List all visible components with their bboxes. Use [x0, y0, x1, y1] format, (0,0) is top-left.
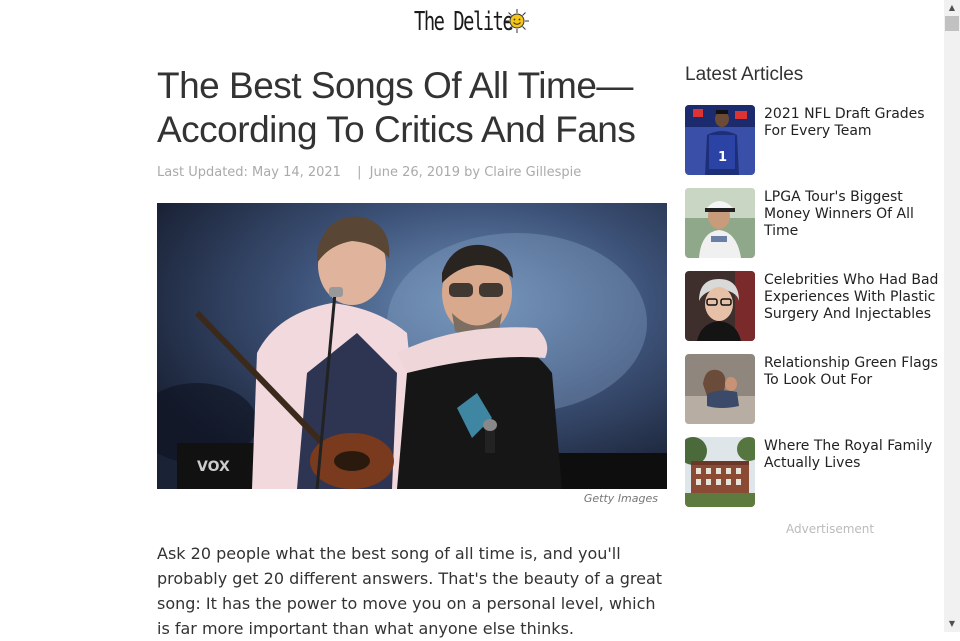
- logo-text: The Delite: [414, 7, 514, 37]
- sidebar-article-title[interactable]: Celebrities Who Had Bad Experiences With…: [764, 272, 945, 323]
- scroll-down-arrow-icon[interactable]: ▼: [944, 616, 960, 632]
- latest-articles-heading: Latest Articles: [685, 64, 804, 85]
- couple-photo[interactable]: [685, 354, 755, 424]
- sidebar-article[interactable]: 1 2021 NFL Draft Grades For Every Team: [685, 104, 945, 187]
- sidebar-article-title[interactable]: Relationship Green Flags To Look Out For: [764, 355, 945, 389]
- byline-by: by: [464, 165, 481, 180]
- sun-icon: [505, 9, 529, 33]
- nfl-draft-photo[interactable]: 1: [685, 105, 755, 175]
- sidebar-article[interactable]: LPGA Tour's Biggest Money Winners Of All…: [685, 187, 945, 270]
- latest-articles-list: 1 2021 NFL Draft Grades For Every Team L…: [685, 104, 945, 519]
- site-logo[interactable]: The Delite: [414, 4, 551, 40]
- palace-photo[interactable]: [685, 437, 755, 507]
- sidebar-article[interactable]: Where The Royal Family Actually Lives: [685, 436, 945, 519]
- page-scrollbar[interactable]: ▲ ▼: [944, 0, 960, 632]
- concert-photo: VOX: [157, 203, 667, 489]
- scrollbar-thumb[interactable]: [945, 16, 959, 31]
- advertisement-label: Advertisement: [786, 522, 875, 536]
- author-link[interactable]: Claire Gillespie: [484, 165, 581, 180]
- image-caption: Getty Images: [583, 492, 658, 505]
- svg-text:1: 1: [718, 150, 727, 165]
- publish-date: June 26, 2019: [369, 165, 460, 180]
- sidebar-article[interactable]: Celebrities Who Had Bad Experiences With…: [685, 270, 945, 353]
- celebrity-photo[interactable]: [685, 271, 755, 341]
- meta-separator: |: [357, 165, 362, 180]
- sidebar-article-title[interactable]: 2021 NFL Draft Grades For Every Team: [764, 106, 945, 140]
- last-updated: Last Updated: May 14, 2021: [157, 165, 341, 180]
- article-title: The Best Songs Of All Time—According To …: [157, 65, 636, 150]
- article-meta: Last Updated: May 14, 2021 | June 26, 20…: [157, 165, 581, 180]
- sidebar-article-title[interactable]: LPGA Tour's Biggest Money Winners Of All…: [764, 189, 945, 240]
- golfer-photo[interactable]: [685, 188, 755, 258]
- sidebar-article-title[interactable]: Where The Royal Family Actually Lives: [764, 438, 945, 472]
- svg-text:VOX: VOX: [197, 459, 230, 475]
- scroll-up-arrow-icon[interactable]: ▲: [944, 0, 960, 16]
- hero-image: VOX: [157, 203, 667, 489]
- sidebar-article[interactable]: Relationship Green Flags To Look Out For: [685, 353, 945, 436]
- article-body: Ask 20 people what the best song of all …: [157, 544, 663, 638]
